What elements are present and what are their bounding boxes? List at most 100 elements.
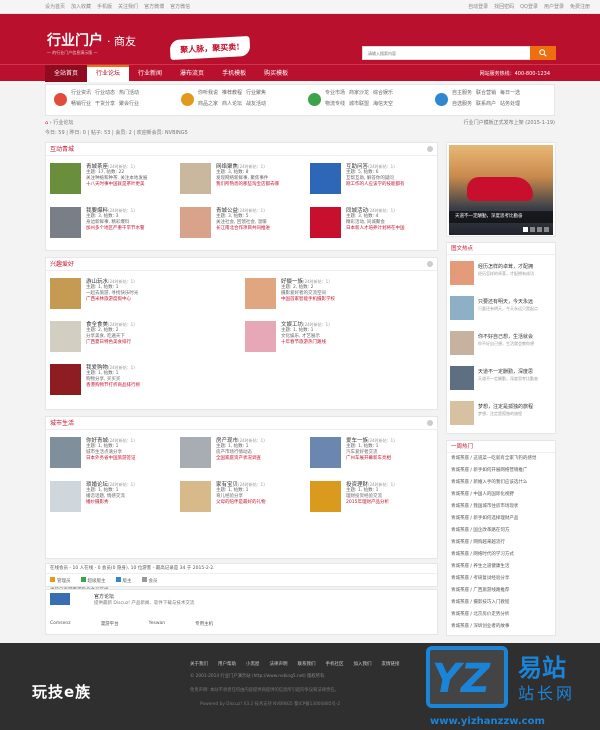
top-link[interactable]: 设为首页 bbox=[45, 3, 65, 10]
link-item[interactable]: 漫游平台 bbox=[101, 621, 119, 627]
forum-item[interactable]: 好摄一族(24时新帖：1) 主题: 2, 帖数: 2 摄影爱好者的交流空间 中国首家智… bbox=[241, 274, 436, 319]
footer-link[interactable]: 法律声明 bbox=[270, 661, 288, 667]
pic-thumbnail[interactable] bbox=[450, 261, 474, 285]
subnav-link[interactable]: 综合娱乐 bbox=[373, 89, 393, 96]
hot-topic-link[interactable]: 青城茶座 / 新婚入手的我们应该选什么 bbox=[447, 477, 555, 489]
forum-name[interactable]: 房产现市(24时新帖：1) bbox=[216, 436, 265, 444]
search-input[interactable] bbox=[363, 47, 531, 59]
top-link[interactable]: 官方微博 bbox=[144, 3, 164, 10]
forum-thumbnail[interactable] bbox=[180, 163, 211, 194]
banner-image[interactable]: 天道不一定酬勤，深度思考比勤奋 bbox=[449, 145, 553, 235]
top-link[interactable]: 官方微信 bbox=[170, 3, 190, 10]
nav-tab[interactable]: 行业论坛 bbox=[87, 65, 130, 82]
nav-tab[interactable]: 购买模板 bbox=[255, 65, 297, 82]
subnav-link[interactable]: 联合营销 bbox=[476, 89, 496, 96]
subnav-link[interactable]: 海信天空 bbox=[373, 100, 393, 107]
hot-topic-link[interactable]: 青城茶座 / 我国城市住房市场现状 bbox=[447, 501, 555, 513]
forum-last-post[interactable]: 父母的陪伴是最好的礼物 bbox=[216, 500, 266, 506]
subnav-link[interactable]: 每日一选 bbox=[500, 89, 520, 96]
forum-name[interactable]: 爱车一族(24时新帖：1) bbox=[346, 436, 395, 444]
footer-link[interactable]: 小黑屋 bbox=[246, 661, 260, 667]
forum-name[interactable]: 游山玩水(24时新帖：1) bbox=[86, 277, 135, 285]
forum-item[interactable]: 青城茶座(24时新帖：1) 主题: 17, 帖数: 22 关注种植和种茶, 关注本地… bbox=[46, 159, 176, 204]
top-link[interactable]: 免费注册 bbox=[570, 3, 590, 10]
forum-last-post[interactable]: 十年春节旅游热门路线 bbox=[281, 340, 326, 346]
subnav-link[interactable]: 专业市场 bbox=[325, 89, 345, 96]
announcement[interactable]: 行业门户模板正式发布上架 (2015-1-19) bbox=[464, 119, 555, 126]
pic-news-item[interactable]: 只要还有明天，今天永远 只要还有明天，今天永远只是起点 bbox=[450, 296, 554, 322]
subnav-link[interactable]: 行业动态 bbox=[95, 89, 115, 96]
hot-topic-link[interactable]: 青城茶座 / 考研复试经验分享 bbox=[447, 573, 555, 585]
forum-thumbnail[interactable] bbox=[50, 481, 81, 512]
forum-last-post[interactable]: 婚纱摄影秀 bbox=[86, 500, 125, 506]
site-logo[interactable]: 行业门户 · 商友 一 的行业门户信息演示版 一 bbox=[47, 30, 136, 55]
forum-name[interactable]: 家有宝贝(24时新帖：1) bbox=[216, 480, 265, 488]
hot-topic-link[interactable]: 青城茶座 / 摄影技巧入门教程 bbox=[447, 597, 555, 609]
subnav-link[interactable]: 物流专线 bbox=[325, 100, 345, 107]
forum-last-post[interactable]: 广西夏日特色美食排行 bbox=[86, 340, 131, 346]
hot-topic-link[interactable]: 青城茶座 / 北京房价走势分析 bbox=[447, 609, 555, 621]
hot-topic-link[interactable]: 青城茶座 / 国企改革路在何方 bbox=[447, 525, 555, 537]
forum-last-post[interactable]: 2015年理财产品分析 bbox=[346, 500, 389, 506]
forum-thumbnail[interactable] bbox=[50, 437, 81, 468]
pic-title[interactable]: 经历怎样的卓茸，才配拥 bbox=[478, 263, 554, 270]
subnav-link[interactable]: 商人论坛 bbox=[222, 100, 242, 107]
forum-item[interactable]: 你好青城(24时新帖：1) 主题: 1, 帖数: 1 城市生活点滴分享 日本外务省中国… bbox=[46, 433, 176, 478]
forum-item[interactable]: 家有宝贝(24时新帖：1) 主题: 1, 帖数: 1 育儿经验分享 父母的陪伴是最好的… bbox=[176, 477, 306, 522]
top-link[interactable]: 用户登录 bbox=[544, 3, 564, 10]
collapse-icon[interactable] bbox=[427, 261, 433, 267]
discuz-logo[interactable] bbox=[50, 593, 70, 605]
top-link[interactable]: QQ登录 bbox=[520, 3, 538, 10]
top-link[interactable]: 自动登录 bbox=[468, 3, 488, 10]
pic-title[interactable]: 梦想，注定是孤独的旅程 bbox=[478, 403, 554, 410]
forum-item[interactable]: 我爱购物(24时新帖：1) 主题: 1, 帖数: 1 购物分享, 买买买 香港购物节打… bbox=[46, 360, 241, 405]
forum-last-post[interactable]: 全国家庭资产状况调查 bbox=[216, 456, 261, 462]
subnav-link[interactable]: 畅销行业 bbox=[71, 100, 91, 107]
collapse-icon[interactable] bbox=[427, 146, 433, 152]
subnav-link[interactable]: 行业资讯 bbox=[71, 89, 91, 96]
forum-thumbnail[interactable] bbox=[245, 321, 276, 352]
subnav-link[interactable]: 城市联盟 bbox=[349, 100, 369, 107]
footer-link[interactable]: 关于我们 bbox=[190, 661, 208, 667]
forum-name[interactable]: 同城活动(24时新帖：1) bbox=[346, 206, 395, 214]
banner-dot[interactable] bbox=[544, 227, 549, 232]
forum-thumbnail[interactable] bbox=[50, 278, 81, 309]
pic-thumbnail[interactable] bbox=[450, 366, 474, 390]
forum-last-post[interactable]: 我们所熟悉的那些淘宝店都去哪 bbox=[216, 182, 279, 188]
banner-dot[interactable] bbox=[530, 227, 535, 232]
top-link[interactable]: 手机版 bbox=[97, 3, 112, 10]
footer-link[interactable]: 加入我们 bbox=[354, 661, 372, 667]
pic-thumbnail[interactable] bbox=[450, 401, 474, 425]
forum-item[interactable]: 同城活动(24时新帖：1) 主题: 3, 帖数: 4 精彩活动, 同城聚会 日本新人才… bbox=[306, 203, 436, 248]
forum-last-post[interactable]: 广州车展开幕新车亮相 bbox=[346, 456, 391, 462]
footer-link[interactable]: 联系我们 bbox=[298, 661, 316, 667]
forum-item[interactable]: 房产现市(24时新帖：1) 主题: 1, 帖数: 1 房产市场行情动态 全国家庭资产状… bbox=[176, 433, 306, 478]
subnav-link[interactable]: 战友活动 bbox=[246, 100, 266, 107]
hot-topic-link[interactable]: 青城茶座 / 养生之道健康生活 bbox=[447, 561, 555, 573]
forum-last-post[interactable]: 长江南北合作项目共同推进 bbox=[216, 226, 270, 232]
hot-topic-link[interactable]: 青城茶座 / 广西旅游线路推荐 bbox=[447, 585, 555, 597]
forum-thumbnail[interactable] bbox=[310, 481, 341, 512]
forum-last-post[interactable]: 香港购物节打折商品排行榜 bbox=[86, 383, 140, 389]
forum-item[interactable]: 爱车一族(24时新帖：1) 主题: 1, 帖数: 1 汽车爱好者交流 广州车展开幕新车… bbox=[306, 433, 436, 478]
top-link[interactable]: 关注我们 bbox=[118, 3, 138, 10]
subnav-link[interactable]: 你听我说 bbox=[198, 89, 218, 96]
hot-topic-link[interactable]: 青城茶座 / 新手如何选择理财产品 bbox=[447, 513, 555, 525]
hot-topic-link[interactable]: 青城茶座 / 网络时代的学习方式 bbox=[447, 549, 555, 561]
subnav-link[interactable]: 商家沙龙 bbox=[349, 89, 369, 96]
forum-item[interactable]: 青城公益(24时新帖：1) 主题: 3, 帖数: 5 关注社会, 回馈社会, 温暖长… bbox=[176, 203, 306, 248]
forum-last-post[interactable]: 日本外务省中国旅游签证 bbox=[86, 456, 136, 462]
forum-item[interactable]: 投资理财(24时新帖：1) 主题: 1, 帖数: 1 理财投资经验交流 2015年理财… bbox=[306, 477, 436, 522]
pic-thumbnail[interactable] bbox=[450, 331, 474, 355]
forum-item[interactable]: 互助问答(24时新帖：1) 主题: 5, 帖数: 6 互帮互助, 解答你的疑问 刚工作… bbox=[306, 159, 436, 204]
banner-dot[interactable] bbox=[537, 227, 542, 232]
forum-thumbnail[interactable] bbox=[245, 278, 276, 309]
footer-link[interactable]: 友情链接 bbox=[382, 661, 400, 667]
forum-thumbnail[interactable] bbox=[310, 207, 341, 238]
subnav-link[interactable]: 联系商户 bbox=[476, 100, 496, 107]
forum-name[interactable]: 我爱购物(24时新帖：1) bbox=[86, 363, 135, 371]
pic-thumbnail[interactable] bbox=[450, 296, 474, 320]
link-item[interactable]: Comsenz bbox=[50, 621, 71, 627]
pic-title[interactable]: 只要还有明天，今天永远 bbox=[478, 298, 554, 305]
forum-last-post[interactable]: 广西米林旅游度假中心 bbox=[86, 297, 138, 303]
